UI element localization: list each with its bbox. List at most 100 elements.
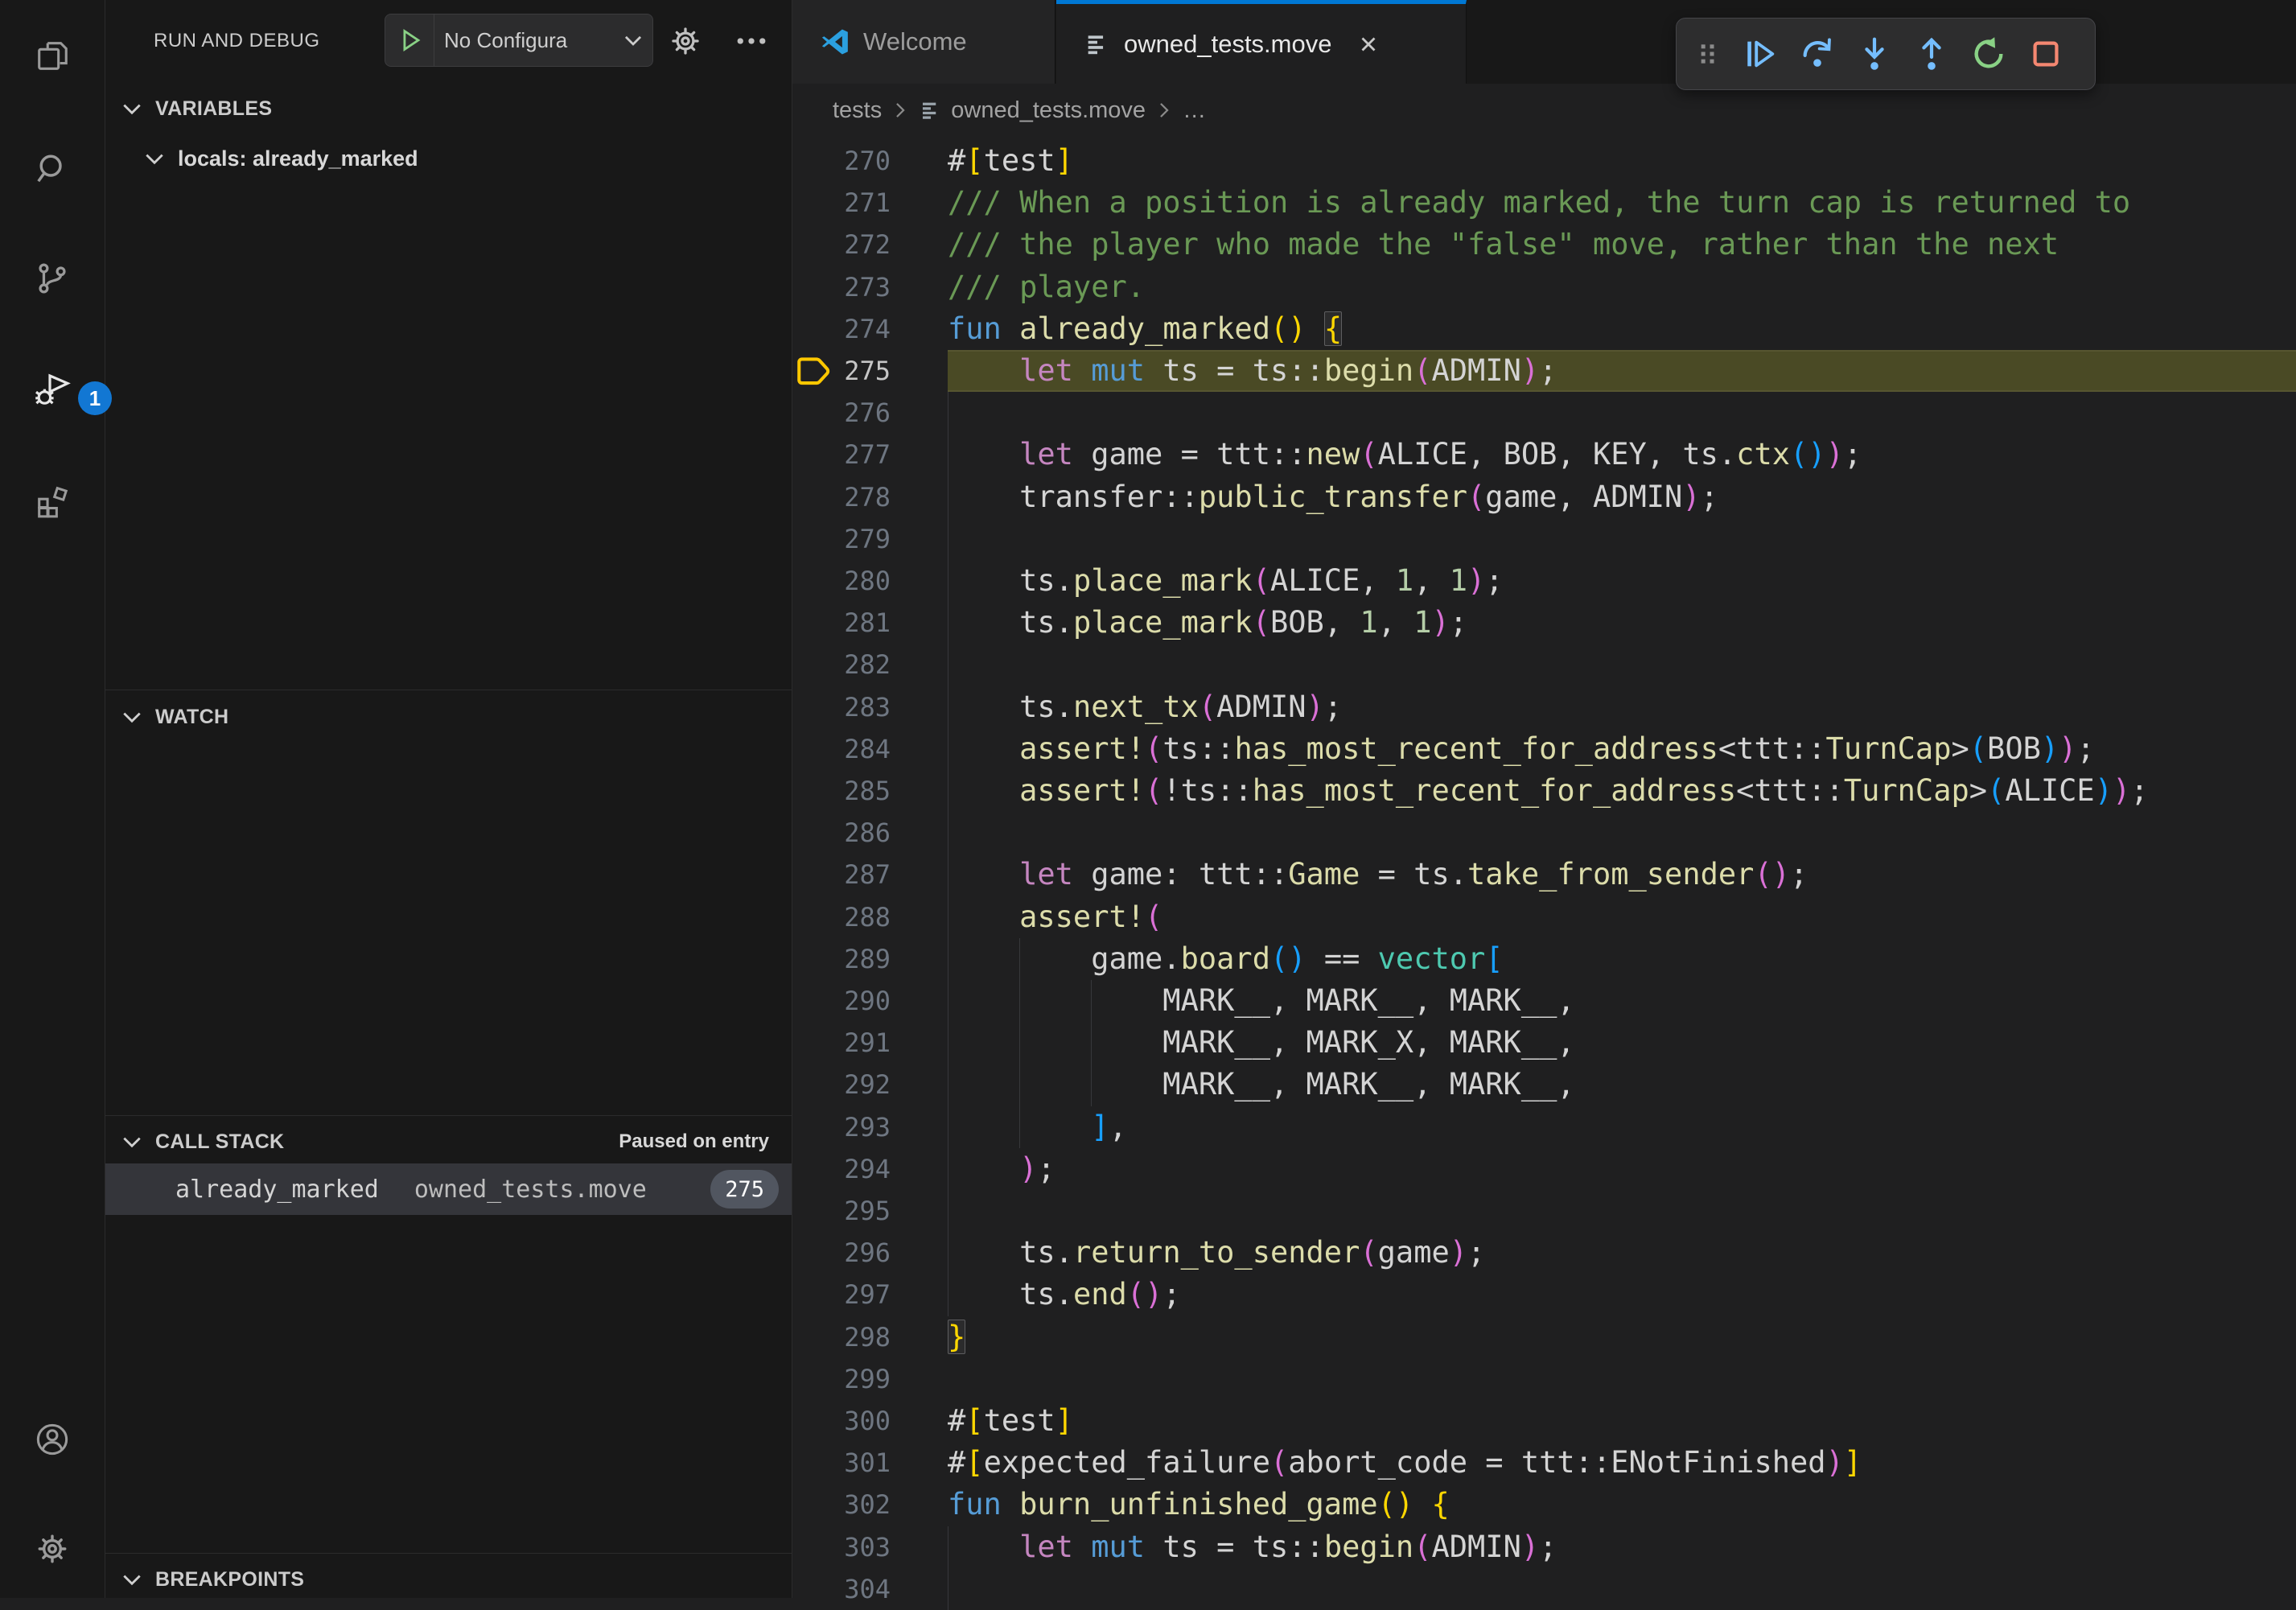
line-number[interactable]: 285 bbox=[792, 770, 947, 812]
step-into-icon[interactable] bbox=[1845, 25, 1903, 83]
code-text[interactable]: MARK__, MARK__, MARK__, bbox=[948, 1064, 1575, 1106]
breadcrumb-item-file[interactable]: owned_tests.move bbox=[951, 97, 1146, 124]
code-line[interactable]: 301#[expected_failure(abort_code = ttt::… bbox=[792, 1442, 2296, 1484]
code-text[interactable]: ts.next_tx(ADMIN); bbox=[948, 686, 1342, 728]
tab-owned-tests-move[interactable]: owned_tests.move bbox=[1056, 0, 1467, 84]
line-number[interactable]: 281 bbox=[792, 602, 947, 644]
code-text[interactable]: let mut ts = ts::begin(ADMIN); bbox=[948, 350, 1557, 392]
line-number[interactable]: 289 bbox=[792, 938, 947, 980]
code-line[interactable]: 275 let mut ts = ts::begin(ADMIN); bbox=[792, 350, 2296, 392]
line-number[interactable]: 288 bbox=[792, 896, 947, 938]
line-number[interactable]: 294 bbox=[792, 1148, 947, 1190]
search-icon[interactable] bbox=[27, 142, 78, 194]
debug-settings-gear-icon[interactable] bbox=[667, 23, 704, 60]
restart-icon[interactable] bbox=[1960, 25, 2017, 83]
line-number[interactable]: 284 bbox=[792, 728, 947, 770]
breadcrumb-item-tests[interactable]: tests bbox=[833, 97, 882, 124]
line-number[interactable]: 286 bbox=[792, 812, 947, 854]
section-variables[interactable]: VARIABLES bbox=[105, 85, 792, 132]
line-number[interactable]: 295 bbox=[792, 1190, 947, 1232]
line-number[interactable]: 303 bbox=[792, 1526, 947, 1568]
line-number[interactable]: 291 bbox=[792, 1022, 947, 1064]
code-line[interactable]: 273/// player. bbox=[792, 266, 2296, 308]
code-line[interactable]: 284 assert!(ts::has_most_recent_for_addr… bbox=[792, 728, 2296, 770]
extensions-icon[interactable] bbox=[27, 477, 78, 529]
line-number[interactable]: 302 bbox=[792, 1484, 947, 1526]
code-line[interactable]: 287 let game: ttt::Game = ts.take_from_s… bbox=[792, 854, 2296, 896]
code-text[interactable]: assert!(ts::has_most_recent_for_address<… bbox=[948, 728, 2095, 770]
code-text[interactable]: ], bbox=[948, 1106, 1127, 1148]
stop-icon[interactable] bbox=[2017, 25, 2074, 83]
call-stack-frame-row[interactable]: already_marked owned_tests.move 275 bbox=[105, 1163, 792, 1215]
code-text[interactable]: let mut ts = ts::begin(ADMIN); bbox=[948, 1526, 1557, 1568]
code-line[interactable]: 303 let mut ts = ts::begin(ADMIN); bbox=[792, 1526, 2296, 1568]
step-out-icon[interactable] bbox=[1903, 25, 1960, 83]
line-number[interactable]: 292 bbox=[792, 1064, 947, 1106]
start-debug-icon[interactable] bbox=[385, 27, 434, 54]
code-line[interactable]: 304 bbox=[792, 1568, 2296, 1610]
code-text[interactable]: ); bbox=[948, 1148, 1055, 1190]
code-line[interactable]: 280 ts.place_mark(ALICE, 1, 1); bbox=[792, 560, 2296, 602]
code-line[interactable]: 294 ); bbox=[792, 1148, 2296, 1190]
line-number[interactable]: 297 bbox=[792, 1274, 947, 1316]
line-number[interactable]: 270 bbox=[792, 140, 947, 182]
code-text[interactable]: /// When a position is already marked, t… bbox=[948, 182, 2130, 224]
debug-config-dropdown[interactable]: No Configura bbox=[385, 14, 653, 67]
more-actions-icon[interactable] bbox=[733, 23, 770, 60]
line-number[interactable]: 273 bbox=[792, 266, 947, 308]
code-line[interactable]: 277 let game = ttt::new(ALICE, BOB, KEY,… bbox=[792, 434, 2296, 476]
source-control-icon[interactable] bbox=[27, 253, 78, 304]
code-text[interactable]: MARK__, MARK_X, MARK__, bbox=[948, 1022, 1575, 1064]
line-number[interactable]: 278 bbox=[792, 476, 947, 518]
section-watch[interactable]: WATCH bbox=[105, 694, 792, 740]
code-text[interactable]: ts.end(); bbox=[948, 1274, 1181, 1316]
line-number[interactable]: 299 bbox=[792, 1358, 947, 1400]
code-text[interactable]: ts.place_mark(ALICE, 1, 1); bbox=[948, 560, 1504, 602]
variables-scope-row[interactable]: locals: already_marked bbox=[105, 135, 792, 182]
code-line[interactable]: 282 bbox=[792, 644, 2296, 686]
line-number[interactable]: 290 bbox=[792, 980, 947, 1022]
code-text[interactable]: #[expected_failure(abort_code = ttt::ENo… bbox=[948, 1442, 1862, 1484]
code-line[interactable]: 278 transfer::public_transfer(game, ADMI… bbox=[792, 476, 2296, 518]
toolbar-drag-handle[interactable] bbox=[1685, 25, 1731, 83]
code-line[interactable]: 270#[test] bbox=[792, 140, 2296, 182]
code-text[interactable]: transfer::public_transfer(game, ADMIN); bbox=[948, 476, 1718, 518]
code-line[interactable]: 297 ts.end(); bbox=[792, 1274, 2296, 1316]
code-line[interactable]: 281 ts.place_mark(BOB, 1, 1); bbox=[792, 602, 2296, 644]
code-text[interactable]: let game: ttt::Game = ts.take_from_sende… bbox=[948, 854, 1808, 896]
line-number[interactable]: 300 bbox=[792, 1400, 947, 1442]
run-and-debug-icon[interactable]: 1 bbox=[27, 365, 78, 417]
line-number[interactable]: 279 bbox=[792, 518, 947, 560]
explorer-icon[interactable] bbox=[27, 30, 78, 81]
code-text[interactable]: assert!( bbox=[948, 896, 1162, 938]
line-number[interactable]: 293 bbox=[792, 1106, 947, 1148]
code-line[interactable]: 302fun burn_unfinished_game() { bbox=[792, 1484, 2296, 1526]
tab-welcome[interactable]: Welcome bbox=[792, 0, 1055, 84]
line-number[interactable]: 287 bbox=[792, 854, 947, 896]
line-number[interactable]: 296 bbox=[792, 1232, 947, 1274]
settings-gear-icon[interactable] bbox=[27, 1523, 78, 1575]
line-number[interactable]: 282 bbox=[792, 644, 947, 686]
code-line[interactable]: 272/// the player who made the "false" m… bbox=[792, 224, 2296, 266]
code-text[interactable]: /// the player who made the "false" move… bbox=[948, 224, 2059, 266]
code-text[interactable]: fun already_marked() { bbox=[948, 308, 1342, 350]
code-text[interactable]: ts.place_mark(BOB, 1, 1); bbox=[948, 602, 1467, 644]
code-line[interactable]: 300#[test] bbox=[792, 1400, 2296, 1442]
code-line[interactable]: 293 ], bbox=[792, 1106, 2296, 1148]
line-number[interactable]: 304 bbox=[792, 1568, 947, 1610]
line-number[interactable]: 301 bbox=[792, 1442, 947, 1484]
line-number[interactable]: 277 bbox=[792, 434, 947, 476]
code-line[interactable]: 298} bbox=[792, 1316, 2296, 1358]
code-line[interactable]: 295 bbox=[792, 1190, 2296, 1232]
line-number[interactable]: 276 bbox=[792, 392, 947, 434]
section-breakpoints[interactable]: BREAKPOINTS bbox=[105, 1556, 792, 1603]
continue-icon[interactable] bbox=[1731, 25, 1788, 83]
code-line[interactable]: 299 bbox=[792, 1358, 2296, 1400]
code-text[interactable]: game.board() == vector[ bbox=[948, 938, 1504, 980]
code-line[interactable]: 286 bbox=[792, 812, 2296, 854]
code-line[interactable]: 288 assert!( bbox=[792, 896, 2296, 938]
section-call-stack[interactable]: CALL STACK Paused on entry bbox=[105, 1118, 792, 1165]
code-text[interactable]: /// player. bbox=[948, 266, 1145, 308]
step-over-icon[interactable] bbox=[1788, 25, 1845, 83]
code-line[interactable]: 289 game.board() == vector[ bbox=[792, 938, 2296, 980]
